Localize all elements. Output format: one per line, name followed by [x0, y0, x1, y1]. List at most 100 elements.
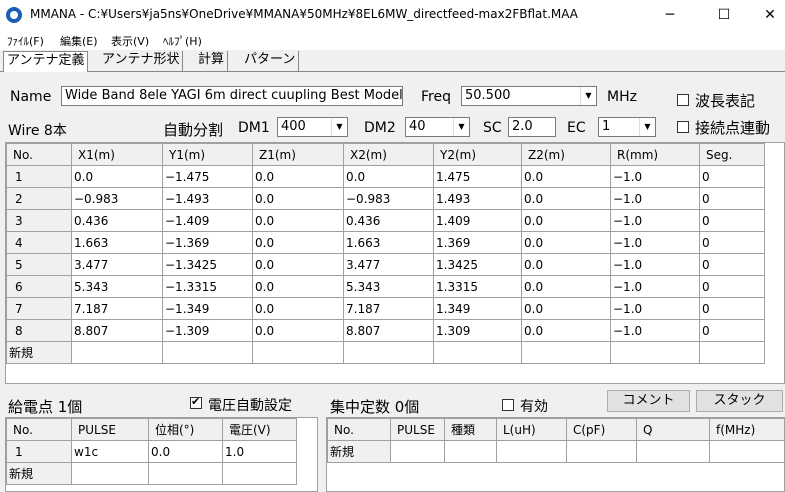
wire-table-cell[interactable]: 1.663 [343, 231, 434, 254]
feed-table-header-cell[interactable]: PULSE [71, 418, 149, 441]
sc-input[interactable]: 2.0 [508, 117, 556, 137]
tab-pattern[interactable]: パターン [241, 51, 300, 71]
wire-table-cell[interactable]: 0.0 [252, 231, 344, 254]
chevron-down-icon[interactable]: ▼ [580, 87, 596, 105]
wire-table-cell[interactable]: −1.493 [162, 187, 253, 210]
wire-table-cell[interactable]: 0 [699, 187, 765, 210]
wire-table-cell[interactable]: 0.0 [252, 253, 344, 276]
lumped-table-header-cell[interactable]: 種類 [444, 418, 497, 441]
wire-table-header-cell[interactable]: No. [6, 143, 72, 166]
wire-table-cell[interactable]: 0 [699, 209, 765, 232]
wire-table-cell[interactable]: 0 [699, 275, 765, 298]
wire-table-cell[interactable]: 0.0 [521, 297, 611, 320]
wire-table-cell[interactable]: 1.369 [433, 231, 522, 254]
minimize-button[interactable]: ─ [647, 0, 693, 30]
wire-table-header-cell[interactable]: X1(m) [71, 143, 163, 166]
wire-table-cell[interactable] [699, 341, 765, 364]
wire-table-cell[interactable]: −1.349 [162, 297, 253, 320]
wire-table-header-cell[interactable]: Z2(m) [521, 143, 611, 166]
wire-table-header-cell[interactable]: R(mm) [610, 143, 700, 166]
wire-table-cell[interactable]: 5.343 [343, 275, 434, 298]
chevron-down-icon[interactable]: ▼ [331, 118, 347, 136]
wire-table-cell[interactable]: −1.369 [162, 231, 253, 254]
wire-table-cell[interactable]: 0.0 [252, 187, 344, 210]
lumped-table-new-row[interactable]: 新規 [327, 440, 785, 463]
lumped-table-cell[interactable] [496, 440, 567, 463]
wire-table-cell[interactable]: −1.0 [610, 231, 700, 254]
wire-table-cell[interactable]: 1.409 [433, 209, 522, 232]
lumped-table-cell[interactable] [709, 440, 785, 463]
wire-table-cell[interactable]: 0.0 [521, 187, 611, 210]
wire-table-row[interactable]: 5 3.477 −1.3425 0.0 3.477 1.3425 0.0 −1.0 0 [6, 253, 765, 276]
wire-table-cell[interactable]: 3.477 [71, 253, 163, 276]
dm1-combo[interactable]: 400 ▼ [277, 117, 348, 137]
feed-table-cell[interactable] [222, 462, 297, 485]
wire-table-cell[interactable]: 0.436 [343, 209, 434, 232]
wire-table-row-number[interactable]: 6 [6, 275, 72, 298]
feed-table-header-cell[interactable]: 位相(°) [148, 418, 223, 441]
wire-table-cell[interactable] [252, 341, 344, 364]
wire-table-cell[interactable]: 0 [699, 297, 765, 320]
wire-table-cell[interactable]: 3.477 [343, 253, 434, 276]
chevron-down-icon[interactable]: ▼ [639, 118, 655, 136]
wire-table-cell[interactable]: −1.0 [610, 275, 700, 298]
wire-table-new-row[interactable]: 新規 [6, 341, 765, 364]
name-input[interactable]: Wide Band 8ele YAGI 6m direct cuupling B… [61, 86, 403, 106]
wire-table-row-number[interactable]: 2 [6, 187, 72, 210]
wavelength-checkbox[interactable] [677, 94, 689, 106]
wire-table-row[interactable]: 6 5.343 −1.3315 0.0 5.343 1.3315 0.0 −1.0 0 [6, 275, 765, 298]
wire-table-cell[interactable]: 1.309 [433, 319, 522, 342]
close-button[interactable]: ✕ [747, 0, 785, 30]
wire-table-cell[interactable]: 0 [699, 165, 765, 188]
wire-table-cell[interactable]: −1.0 [610, 319, 700, 342]
chevron-down-icon[interactable]: ▼ [453, 118, 469, 136]
wire-table-row[interactable]: 2 −0.983 −1.493 0.0 −0.983 1.493 0.0 −1.0 0 [6, 187, 765, 210]
wire-table-cell[interactable] [610, 341, 700, 364]
feed-connect-checkbox[interactable] [677, 121, 689, 133]
dm2-combo[interactable]: 40 ▼ [405, 117, 470, 137]
wire-table-cell[interactable]: 0.0 [521, 253, 611, 276]
lumped-table-header-cell[interactable]: PULSE [390, 418, 445, 441]
wire-table-row-number[interactable]: 4 [6, 231, 72, 254]
wire-table-row[interactable]: 7 7.187 −1.349 0.0 7.187 1.349 0.0 −1.0 0 [6, 297, 765, 320]
feed-table-cell[interactable] [71, 462, 149, 485]
lumped-table-cell[interactable] [566, 440, 637, 463]
wire-table-cell[interactable]: 0 [699, 253, 765, 276]
feed-table-row-number[interactable]: 1 [6, 440, 72, 463]
wire-table-header-cell[interactable]: Z1(m) [252, 143, 344, 166]
wire-table-row[interactable]: 1 0.0 −1.475 0.0 0.0 1.475 0.0 −1.0 0 [6, 165, 765, 188]
feed-table-cell[interactable] [148, 462, 223, 485]
wire-table-cell[interactable] [343, 341, 434, 364]
wire-table-cell[interactable] [433, 341, 522, 364]
wire-table-cell[interactable]: 1.493 [433, 187, 522, 210]
comment-button[interactable]: コメント [607, 390, 690, 412]
wire-table-new-row-label[interactable]: 新規 [6, 341, 72, 364]
wire-table-cell[interactable]: −1.475 [162, 165, 253, 188]
wire-table-cell[interactable]: −1.309 [162, 319, 253, 342]
wire-table-cell[interactable]: 1.475 [433, 165, 522, 188]
wire-table-row-number[interactable]: 3 [6, 209, 72, 232]
wire-table-cell[interactable]: 0.0 [71, 165, 163, 188]
wire-table-row-number[interactable]: 1 [6, 165, 72, 188]
lumped-table-header-cell[interactable]: Q [636, 418, 710, 441]
feed-table-cell[interactable]: 0.0 [148, 440, 223, 463]
wire-table-cell[interactable]: 7.187 [71, 297, 163, 320]
lumped-table-cell[interactable] [636, 440, 710, 463]
wire-table-cell[interactable]: 0.0 [343, 165, 434, 188]
wire-table-row[interactable]: 3 0.436 −1.409 0.0 0.436 1.409 0.0 −1.0 0 [6, 209, 765, 232]
wire-table-cell[interactable]: 0.0 [252, 297, 344, 320]
tab-antenna-shape[interactable]: アンテナ形状 [99, 51, 184, 71]
wire-table-cell[interactable]: 1.3425 [433, 253, 522, 276]
feed-table-new-row-label[interactable]: 新規 [6, 462, 72, 485]
feed-table-header-cell[interactable]: No. [6, 418, 72, 441]
wire-table-cell[interactable]: −1.0 [610, 253, 700, 276]
tab-antenna-definition[interactable]: アンテナ定義 [3, 51, 89, 72]
wire-table-cell[interactable]: −1.0 [610, 165, 700, 188]
wire-table-row-number[interactable]: 7 [6, 297, 72, 320]
wire-table-cell[interactable]: 0.0 [521, 209, 611, 232]
lumped-table-header-cell[interactable]: C(pF) [566, 418, 637, 441]
lumped-table-header-cell[interactable]: L(uH) [496, 418, 567, 441]
wire-table-header-cell[interactable]: Seg. [699, 143, 765, 166]
freq-combo[interactable]: 50.500 ▼ [461, 86, 597, 106]
wire-table-cell[interactable]: 0.0 [521, 231, 611, 254]
